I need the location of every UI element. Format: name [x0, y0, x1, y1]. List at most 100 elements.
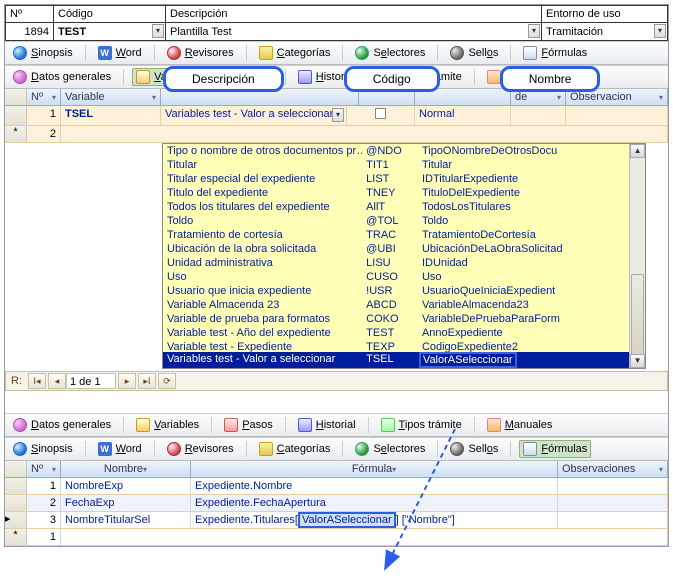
- chevron-down-icon[interactable]: ▾: [152, 24, 164, 38]
- col-nombre[interactable]: Nombre▾: [61, 461, 191, 477]
- scroll-up-icon[interactable]: ▲: [630, 144, 645, 158]
- col-requerido[interactable]: Requerido: [359, 89, 415, 105]
- dropdown-item[interactable]: @NDO: [362, 144, 418, 158]
- cell-nombre[interactable]: NombreExp: [61, 478, 191, 494]
- tipos-tramite-button-2[interactable]: Tipos trámite: [377, 416, 466, 434]
- cell-desc[interactable]: Variables test - Valor a seleccionar▾: [161, 106, 347, 125]
- dropdown-item[interactable]: IDUnidad: [418, 256, 629, 270]
- col-observaciones[interactable]: Observaciones▾: [558, 461, 668, 477]
- revisores-button[interactable]: Revisores: [163, 44, 238, 62]
- dropdown-item[interactable]: LIST: [362, 172, 418, 186]
- historial-button-2[interactable]: Historial: [294, 416, 360, 434]
- nav-refresh-icon[interactable]: ⟳: [158, 373, 176, 389]
- col-no[interactable]: Nº▾: [27, 89, 61, 105]
- dropdown-item[interactable]: CUSO: [362, 270, 418, 284]
- formulas-button[interactable]: Fórmulas: [519, 44, 591, 62]
- col-de[interactable]: de▾: [511, 89, 566, 105]
- dropdown-item[interactable]: UbicaciónDeLaObraSolicitad: [418, 242, 629, 256]
- row-indicator[interactable]: [5, 106, 27, 125]
- dropdown-item[interactable]: Variable Almacenda 23: [163, 298, 362, 312]
- dropdown-item[interactable]: TRAC: [362, 228, 418, 242]
- dropdown-item[interactable]: TituloDelExpediente: [418, 186, 629, 200]
- dropdown-item[interactable]: Uso: [418, 270, 629, 284]
- dropdown-item[interactable]: TEST: [362, 326, 418, 340]
- dropdown-item[interactable]: TodosLosTitulares: [418, 200, 629, 214]
- dropdown-item[interactable]: TIT1: [362, 158, 418, 172]
- col-hidden-1[interactable]: [161, 89, 359, 105]
- word-button-2[interactable]: WWord: [94, 440, 146, 458]
- dropdown-item[interactable]: TratamientoDeCortesía: [418, 228, 629, 242]
- cell-de[interactable]: [511, 106, 566, 125]
- nav-first-icon[interactable]: ꓲ◂: [28, 373, 46, 389]
- cell-tipo[interactable]: Normal: [415, 106, 511, 125]
- dd-col-desc[interactable]: Tipo o nombre de otros documentos pr… Tit…: [163, 144, 362, 368]
- cell-req[interactable]: [347, 106, 415, 125]
- dropdown-item[interactable]: AnnoExpediente: [418, 326, 629, 340]
- scroll-thumb[interactable]: [631, 274, 644, 364]
- revisores-button-2[interactable]: Revisores: [163, 440, 238, 458]
- row-indicator[interactable]: ▸: [5, 512, 27, 528]
- variables-button-2[interactable]: Variables: [132, 416, 203, 434]
- nav-last-icon[interactable]: ▸ꓲ: [138, 373, 156, 389]
- cell-formula[interactable]: Expediente.Nombre: [191, 478, 558, 494]
- col-no-2[interactable]: Nº▾: [27, 461, 61, 477]
- dropdown-item[interactable]: IDTitularExpediente: [418, 172, 629, 186]
- pasos-button[interactable]: Pasos: [220, 68, 277, 86]
- dropdown-item[interactable]: Titular: [418, 158, 629, 172]
- dropdown-item[interactable]: AllT: [362, 200, 418, 214]
- dropdown-item[interactable]: ABCD: [362, 298, 418, 312]
- dropdown-item[interactable]: VariableDePruebaParaForm: [418, 312, 629, 326]
- row-indicator[interactable]: [5, 495, 27, 511]
- dd-col-code[interactable]: @NDOTIT1LISTTNEYAllT@TOLTRAC@UBILISUCUSO…: [362, 144, 418, 368]
- dropdown-item[interactable]: Tipo o nombre de otros documentos pr…: [163, 144, 362, 158]
- variables-button[interactable]: Variables: [132, 68, 203, 86]
- cell-nombre[interactable]: NombreTitularSel: [61, 512, 191, 528]
- dropdown-item[interactable]: TNEY: [362, 186, 418, 200]
- cell-obs[interactable]: [566, 106, 668, 125]
- recnav-position[interactable]: 1 de 1: [66, 373, 116, 389]
- word-button[interactable]: WWord: [94, 44, 146, 62]
- cell-variable[interactable]: TSEL: [61, 106, 161, 125]
- row-indicator[interactable]: [5, 478, 27, 494]
- dropdown-item[interactable]: Todos los titulares del expediente: [163, 200, 362, 214]
- nav-next-icon[interactable]: ▸: [118, 373, 136, 389]
- chevron-down-icon[interactable]: ▾: [654, 24, 666, 38]
- categorias-button-2[interactable]: Categorías: [255, 440, 335, 458]
- col-variable[interactable]: Variable▾: [61, 89, 161, 105]
- formulas-button-2[interactable]: Fórmulas: [519, 440, 591, 458]
- dd-col-name[interactable]: TipoONombreDeOtrosDocuTitularIDTitularEx…: [418, 144, 629, 368]
- tipos-tramite-button[interactable]: Tipos trámite: [377, 68, 466, 86]
- sinopsis-button[interactable]: Sinopsis: [9, 44, 77, 62]
- dropdown-item[interactable]: Variable de prueba para formatos: [163, 312, 362, 326]
- new-row-star-icon[interactable]: *: [5, 529, 27, 545]
- dropdown-item[interactable]: LISU: [362, 256, 418, 270]
- dropdown-item[interactable]: Titular especial del expediente: [163, 172, 362, 186]
- dropdown-item[interactable]: Uso: [163, 270, 362, 284]
- manuales-button-2[interactable]: Manuales: [483, 416, 557, 434]
- sellos-button-2[interactable]: Sellos: [446, 440, 502, 458]
- dropdown-item[interactable]: Toldo: [163, 214, 362, 228]
- historial-button[interactable]: Historial: [294, 68, 360, 86]
- dropdown-item[interactable]: Usuario que inicia expediente: [163, 284, 362, 298]
- row-header-spacer[interactable]: [5, 461, 27, 477]
- selectores-button[interactable]: Selectores: [351, 44, 429, 62]
- nav-prev-icon[interactable]: ◂: [48, 373, 66, 389]
- dropdown-scrollbar[interactable]: ▲ ▼: [629, 144, 645, 368]
- col-observacion[interactable]: Observacion▾: [566, 89, 668, 105]
- dropdown-item[interactable]: TipoONombreDeOtrosDocu: [418, 144, 629, 158]
- dropdown-item[interactable]: Tratamiento de cortesía: [163, 228, 362, 242]
- dropdown-item[interactable]: !USR: [362, 284, 418, 298]
- dropdown-selected-row[interactable]: Variables test - Valor a seleccionar TSE…: [163, 352, 629, 368]
- val-codigo[interactable]: TEST▾: [54, 23, 166, 41]
- col-formula[interactable]: Fórmula▾: [191, 461, 558, 477]
- row-header-spacer[interactable]: [5, 89, 27, 105]
- val-descripcion[interactable]: Plantilla Test▾: [166, 23, 542, 41]
- new-row-star-icon[interactable]: *: [5, 126, 27, 142]
- cell-obs[interactable]: [558, 478, 668, 494]
- dropdown-item[interactable]: VariableAlmacenda23: [418, 298, 629, 312]
- sinopsis-button-2[interactable]: Sinopsis: [9, 440, 77, 458]
- chevron-down-icon[interactable]: ▾: [332, 108, 344, 122]
- datos-generales-button[interactable]: Datos generales: [9, 68, 115, 86]
- manuales-button[interactable]: Manuales: [483, 68, 557, 86]
- dropdown-item[interactable]: Unidad administrativa: [163, 256, 362, 270]
